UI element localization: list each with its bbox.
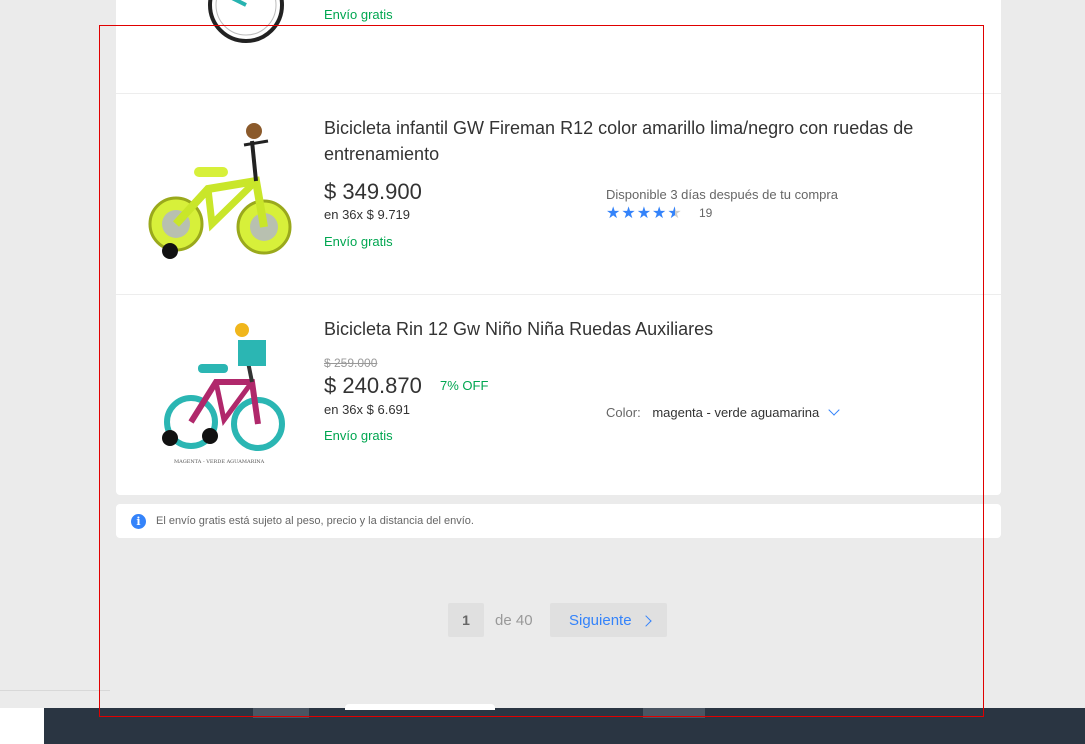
product-title[interactable]: Bicicleta infantil GW Fireman R12 color … — [324, 115, 944, 167]
discount-badge: 7% OFF — [440, 378, 489, 393]
product-image[interactable] — [146, 0, 294, 93]
list-item[interactable]: Bicicleta infantil GW Fireman R12 color … — [116, 93, 1001, 295]
results-list: Envío gratis Bicicleta infantil GW Firem… — [116, 0, 1001, 495]
list-item[interactable]: MAGENTA - VERDE AGUAMARINA Bicicleta Rin… — [116, 294, 1001, 495]
color-selector[interactable]: Color: magenta - verde aguamarina — [606, 404, 840, 420]
taskbar-start[interactable] — [0, 708, 44, 744]
product-price: $ 240.870 — [324, 373, 422, 398]
shipping-label: Envío gratis — [324, 428, 393, 443]
next-page-button[interactable]: Siguiente — [550, 603, 667, 637]
color-value[interactable]: magenta - verde aguamarina — [652, 405, 819, 420]
taskbar-item[interactable] — [253, 708, 309, 718]
pagination-current-page[interactable]: 1 — [448, 603, 484, 637]
shipping-label: Envío gratis — [324, 7, 393, 22]
divider — [0, 690, 110, 691]
notice-text: El envío gratis está sujeto al peso, pre… — [156, 515, 474, 527]
star-icon: ★★★★★ — [606, 205, 683, 222]
list-item[interactable]: Envío gratis — [116, 0, 1001, 94]
taskbar-tab[interactable] — [345, 704, 495, 710]
product-image[interactable] — [146, 119, 294, 267]
info-icon: i — [131, 514, 146, 529]
color-label: Color: — [606, 405, 641, 420]
product-price: $ 349.900 — [324, 179, 422, 204]
image-caption: MAGENTA - VERDE AGUAMARINA — [174, 459, 265, 465]
taskbar-item[interactable] — [643, 708, 705, 718]
installments: en 36x $ 6.691 — [324, 402, 411, 417]
product-title[interactable]: Bicicleta Rin 12 Gw Niño Niña Ruedas Aux… — [324, 316, 944, 342]
rating-stars: ★★★★★ — [606, 203, 683, 223]
availability-text: Disponible 3 días después de tu compra — [606, 187, 838, 202]
pagination-total: de 40 — [495, 612, 533, 629]
chevron-down-icon[interactable] — [828, 404, 840, 416]
product-image[interactable]: MAGENTA - VERDE AGUAMARINA — [146, 320, 294, 468]
shipping-label: Envío gratis — [324, 234, 393, 249]
original-price: $ 259.000 — [324, 356, 378, 370]
next-page-label: Siguiente — [569, 612, 632, 629]
taskbar — [0, 708, 1085, 744]
installments: en 36x $ 9.719 — [324, 207, 411, 222]
chevron-right-icon — [640, 615, 652, 627]
review-count: 19 — [699, 206, 713, 220]
shipping-notice: i El envío gratis está sujeto al peso, p… — [116, 504, 1001, 538]
